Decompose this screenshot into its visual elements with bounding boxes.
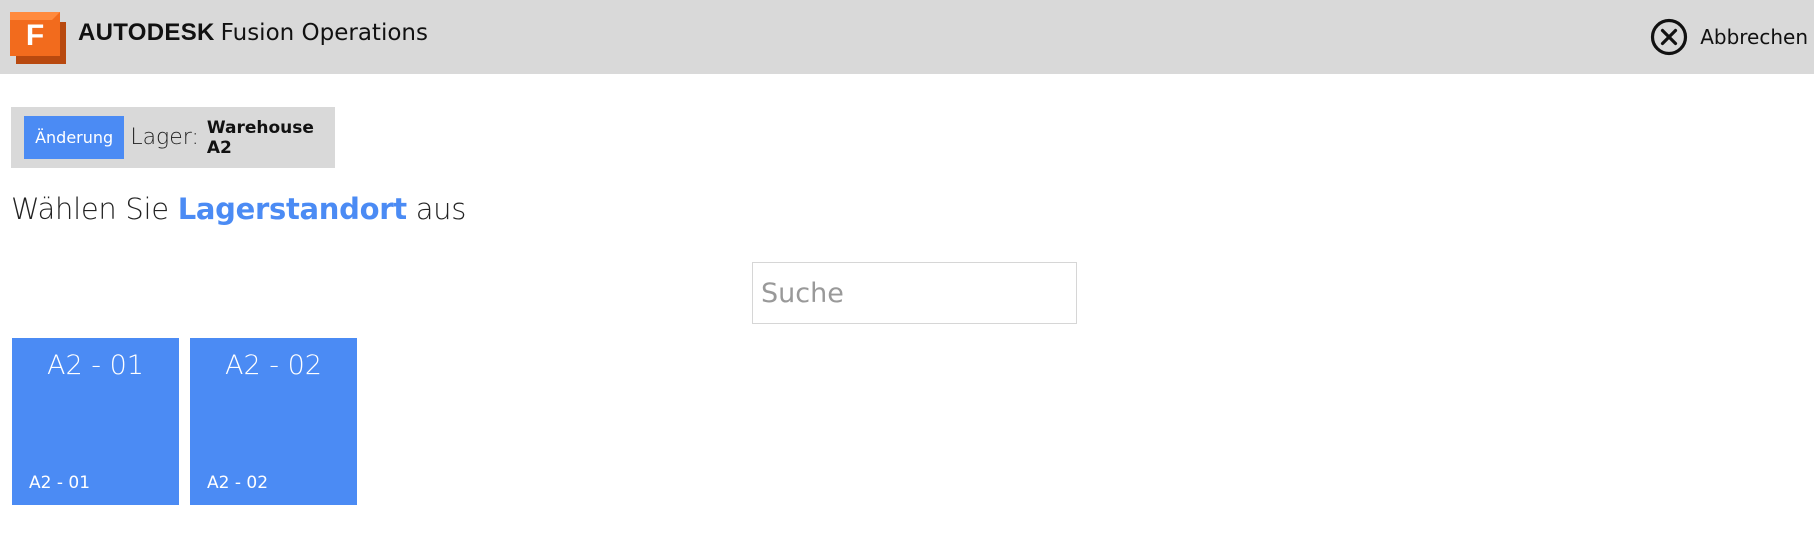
app-brand: AUTODESK Fusion Operations	[78, 19, 428, 47]
brand-product: Fusion Operations	[220, 20, 428, 46]
warehouse-bar: Änderung Lager: Warehouse A2	[11, 107, 335, 168]
location-tiles: A2 - 01 A2 - 01 A2 - 02 A2 - 02	[12, 338, 368, 505]
location-tile[interactable]: A2 - 02 A2 - 02	[190, 338, 357, 505]
location-tile[interactable]: A2 - 01 A2 - 01	[12, 338, 179, 505]
close-circle-icon	[1651, 18, 1688, 56]
location-tile-subtitle: A2 - 02	[207, 473, 269, 493]
app-header: F AUTODESK Fusion Operations Abbrechen	[0, 0, 1814, 74]
cancel-label: Abbrechen	[1700, 25, 1808, 49]
cancel-button[interactable]: Abbrechen	[1650, 18, 1808, 56]
fusion-logo-icon: F	[10, 12, 66, 64]
page-title-highlight: Lagerstandort	[177, 192, 407, 226]
location-tile-title: A2 - 02	[225, 350, 322, 381]
location-tile-title: A2 - 01	[47, 350, 144, 381]
brand-company: AUTODESK	[78, 19, 215, 46]
page-title: Wählen Sie Lagerstandort aus	[11, 192, 466, 226]
warehouse-value: Warehouse A2	[206, 117, 314, 158]
page-title-suffix: aus	[415, 192, 467, 226]
warehouse-label: Lager:	[130, 125, 199, 150]
page-title-prefix: Wählen Sie	[11, 192, 169, 226]
location-tile-subtitle: A2 - 01	[29, 473, 91, 493]
search-input[interactable]	[752, 262, 1077, 324]
logo-letter: F	[26, 19, 44, 52]
change-warehouse-button[interactable]: Änderung	[24, 116, 125, 159]
